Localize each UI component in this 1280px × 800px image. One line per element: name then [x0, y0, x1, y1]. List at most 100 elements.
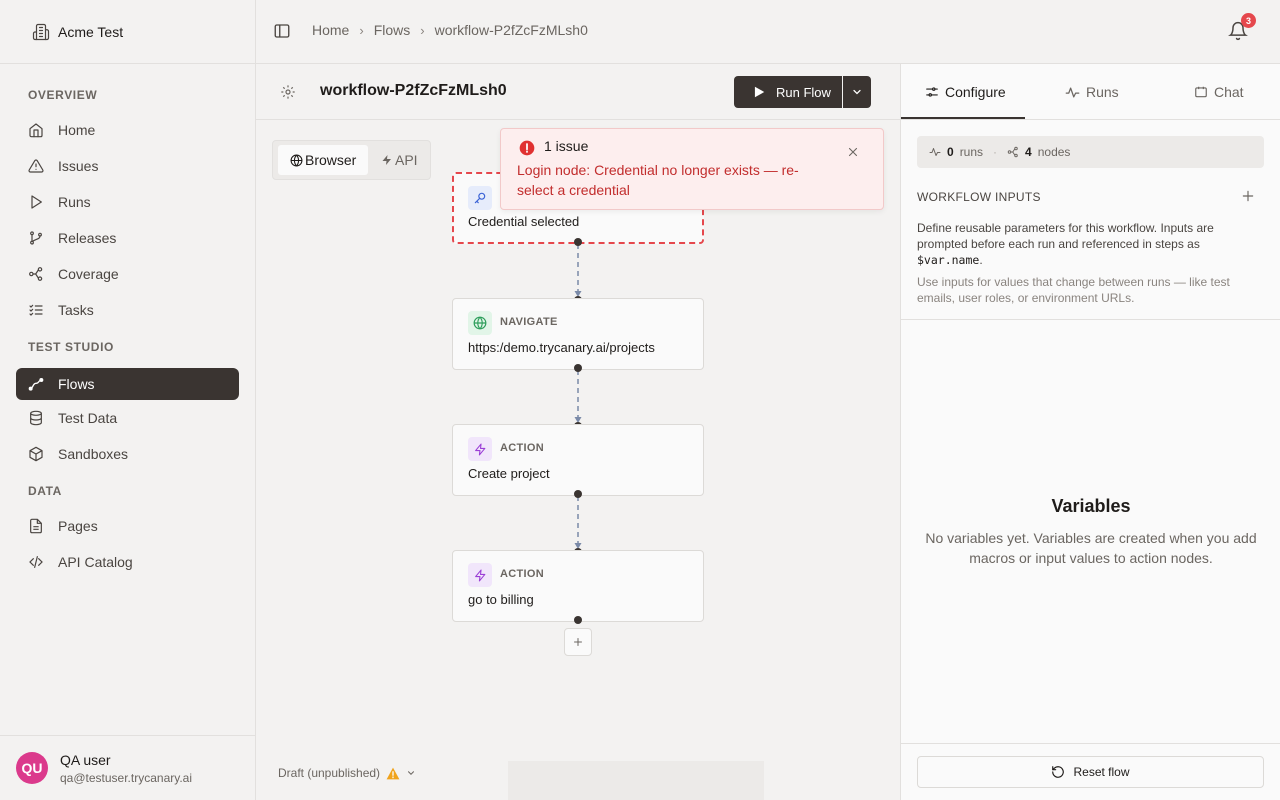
node-text: go to billing: [468, 592, 534, 607]
play-icon: [28, 194, 44, 210]
sidebar-toggle-icon[interactable]: [273, 22, 291, 40]
code-icon: [28, 554, 44, 570]
panel-footer: Reset flow: [901, 743, 1280, 800]
user-name: QA user: [60, 751, 111, 768]
sidebar-item-api-catalog[interactable]: API Catalog: [16, 546, 239, 578]
chevron-down-icon: [851, 86, 863, 98]
chevron-right-icon: ›: [420, 22, 425, 38]
workflow-inputs-hint: Use inputs for values that change betwee…: [917, 275, 1230, 305]
sidebar-item-label: Issues: [58, 158, 99, 174]
sidebar-item-flows[interactable]: Flows: [16, 368, 239, 400]
node-type: ACTION: [500, 568, 544, 580]
node-type: ACTION: [500, 442, 544, 454]
breadcrumb-flows[interactable]: Flows: [374, 22, 411, 38]
sidebar-item-pages[interactable]: Pages: [16, 510, 239, 542]
flow-node-action[interactable]: ACTION Create project: [452, 424, 704, 496]
notification-badge: 3: [1241, 13, 1256, 28]
node-text: Credential selected: [468, 214, 580, 229]
sidebar-item-tasks[interactable]: Tasks: [16, 294, 239, 326]
sidebar-item-label: Flows: [58, 376, 95, 392]
variables-title: Variables: [1051, 496, 1131, 516]
sidebar-item-label: Sandboxes: [58, 446, 129, 462]
breadcrumb-current: workflow-P2fZcFzMLsh0: [434, 22, 588, 38]
runs-label: runs: [959, 145, 984, 159]
tab-label: Chat: [1214, 84, 1244, 100]
flow-node-action[interactable]: ACTION go to billing: [452, 550, 704, 622]
workflow-inputs-description: Define reusable parameters for this work…: [917, 221, 1214, 267]
avatar: QU: [16, 752, 48, 784]
tab-chat[interactable]: Chat: [1194, 64, 1244, 120]
nodes-label: nodes: [1037, 145, 1071, 159]
run-flow-label: Run Flow: [776, 84, 831, 100]
draft-status[interactable]: Draft (unpublished): [278, 766, 416, 780]
top-bar: Home › Flows › workflow-P2fZcFzMLsh0 3: [256, 0, 1280, 64]
section-title-test-studio: TEST STUDIO: [28, 340, 114, 354]
run-options-button[interactable]: [843, 76, 871, 108]
node-handle[interactable]: [574, 490, 582, 498]
sidebar-item-runs[interactable]: Runs: [16, 186, 239, 218]
database-icon: [28, 410, 44, 426]
sidebar-item-label: Releases: [58, 230, 117, 246]
reset-flow-button[interactable]: Reset flow: [917, 756, 1264, 788]
gear-icon[interactable]: [280, 84, 296, 100]
page-title: workflow-P2fZcFzMLsh0: [320, 82, 507, 99]
workflow-stats: 0 runs · 4 nodes: [917, 136, 1264, 168]
sidebar-item-test-data[interactable]: Test Data: [16, 402, 239, 434]
warning-icon: [386, 767, 400, 780]
config-panel: Configure Runs Chat 0 runs · 4 nodes WOR…: [900, 64, 1280, 800]
activity-icon: [1065, 85, 1080, 100]
issue-toast: 1 issue Login node: Credential no longer…: [500, 128, 884, 210]
node-handle[interactable]: [574, 238, 582, 246]
reset-flow-label: Reset flow: [1073, 765, 1130, 779]
sidebar-item-issues[interactable]: Issues: [16, 150, 239, 182]
network-icon: [28, 266, 44, 282]
section-title-data: DATA: [28, 484, 62, 498]
sidebar-item-label: Coverage: [58, 266, 119, 282]
zap-icon: [468, 437, 492, 461]
sidebar: Acme Test OVERVIEW Home Issues Runs Rele…: [0, 0, 256, 800]
alert-triangle-icon: [28, 158, 44, 174]
stats-separator: ·: [993, 145, 998, 159]
workflow-inputs-title: WORKFLOW INPUTS: [917, 190, 1041, 204]
runs-count: 0: [947, 145, 954, 159]
workflow-header: workflow-P2fZcFzMLsh0 Run Flow: [256, 64, 900, 120]
sidebar-item-coverage[interactable]: Coverage: [16, 258, 239, 290]
workspace-switcher[interactable]: Acme Test: [0, 0, 255, 64]
zap-icon: [468, 563, 492, 587]
git-branch-icon: [28, 230, 44, 246]
toast-message: Login node: Credential no longer exists …: [517, 162, 799, 198]
network-icon: [1007, 146, 1019, 158]
run-flow-button[interactable]: Run Flow: [734, 76, 842, 108]
sliders-icon: [925, 85, 939, 99]
node-text: Create project: [468, 466, 550, 481]
sidebar-item-sandboxes[interactable]: Sandboxes: [16, 438, 239, 470]
close-icon[interactable]: [847, 146, 859, 158]
breadcrumb-home[interactable]: Home: [312, 22, 349, 38]
tab-label: Configure: [945, 84, 1006, 100]
flow-node-navigate[interactable]: NAVIGATE https:/demo.trycanary.ai/projec…: [452, 298, 704, 370]
tab-configure[interactable]: Configure: [925, 64, 1006, 120]
section-title-overview: OVERVIEW: [28, 88, 98, 102]
variables-empty-state: No variables yet. Variables are created …: [925, 530, 1257, 566]
node-text: https:/demo.trycanary.ai/projects: [468, 340, 655, 355]
chevron-right-icon: ›: [359, 22, 364, 38]
user-menu[interactable]: QU QA user qa@testuser.trycanary.ai: [0, 735, 255, 800]
node-type: NAVIGATE: [500, 316, 558, 328]
add-node-button[interactable]: [564, 628, 592, 656]
sidebar-item-label: Test Data: [58, 410, 118, 426]
sidebar-item-label: Pages: [58, 518, 98, 534]
tab-runs[interactable]: Runs: [1065, 64, 1119, 120]
play-icon: [752, 85, 766, 99]
sidebar-item-home[interactable]: Home: [16, 114, 239, 146]
divider: [901, 319, 1280, 320]
add-input-icon[interactable]: [1241, 189, 1255, 203]
var-syntax: $var.name: [917, 253, 980, 267]
flow-icon: [28, 376, 44, 392]
sidebar-item-releases[interactable]: Releases: [16, 222, 239, 254]
breadcrumb: Home › Flows › workflow-P2fZcFzMLsh0: [312, 0, 588, 60]
toast-title: 1 issue: [544, 138, 589, 154]
node-handle[interactable]: [574, 616, 582, 624]
flow-canvas[interactable]: Browser API Credential selected NAVIGATE…: [256, 121, 900, 800]
node-handle[interactable]: [574, 364, 582, 372]
sidebar-item-label: Runs: [58, 194, 91, 210]
